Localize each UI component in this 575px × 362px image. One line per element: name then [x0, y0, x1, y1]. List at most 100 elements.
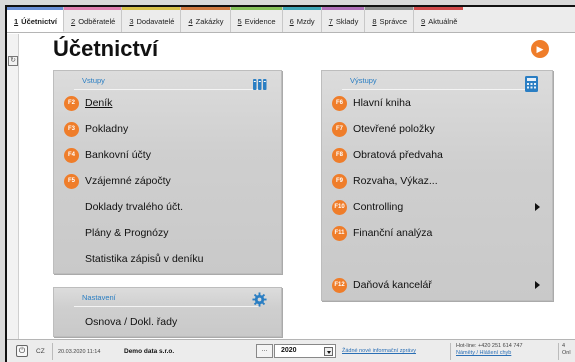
tab-color-bar [365, 7, 414, 10]
fkey-badge: F8 [332, 147, 347, 163]
power-icon[interactable]: ⏻ [16, 345, 28, 357]
tab-number: 8 [372, 17, 377, 26]
menu-item-hlavni-kniha[interactable]: F6 Hlavní kniha [322, 91, 552, 115]
fkey-badge: F11 [332, 225, 347, 241]
tab-color-bar [230, 7, 282, 10]
tab-sklady[interactable]: 7 Sklady [321, 7, 366, 32]
menu-item-rozvaha-vykaz[interactable]: F9 Rozvaha, Výkaz... [322, 169, 552, 193]
tab-spravce[interactable]: 8 Správce [365, 7, 415, 32]
play-icon: ▶ [536, 44, 544, 54]
tab-number: 3 [129, 17, 134, 26]
nastaveni-panel: Nastavení Osnova / Dokl. řady [53, 287, 282, 337]
menu-item-otevrene-polozky[interactable]: F7 Otevřené položky [322, 117, 552, 141]
menu-item-label: Doklady trvalého účt. [85, 201, 184, 213]
menu-item-controlling[interactable]: F10 Controlling [322, 195, 552, 219]
tab-label: Aktuálně [428, 17, 458, 26]
menu-item-label: Hlavní kniha [353, 97, 411, 109]
tab-color-bar [7, 7, 64, 10]
menu-item-label: Osnova / Dokl. řady [85, 316, 178, 328]
separator [52, 343, 53, 360]
menu-item-plany-prognozy[interactable]: Plány & Prognózy [54, 221, 281, 245]
fkey-badge: F6 [332, 95, 347, 111]
hotline-info: Hot-line: +420 251 614 747 Náměty / Hláš… [456, 343, 523, 357]
menu-item-label: Otevřené položky [353, 123, 435, 135]
tab-color-bar [321, 7, 365, 10]
tab-color-bar [414, 7, 464, 10]
tab-mzdy[interactable]: 6 Mzdy [282, 7, 322, 32]
vstupy-panel-title: Vstupy [54, 71, 281, 91]
menu-item-osnova[interactable]: Osnova / Dokl. řady [54, 310, 281, 334]
menu-item-label: Bankovní účty [85, 149, 151, 161]
news-link[interactable]: Žádné nové informační zprávy [342, 348, 416, 354]
year-value: 2020 [281, 347, 297, 354]
page-title: Účetnictví [53, 36, 159, 61]
submenu-arrow-icon [535, 281, 540, 289]
tab-evidence[interactable]: 5 Evidence [230, 7, 283, 32]
tab-ucetnictvi[interactable]: 1 Účetnictví [7, 7, 65, 32]
feedback-link[interactable]: Náměty / Hlášení chyb [456, 350, 523, 357]
menu-item-label: Finanční analýza [353, 227, 433, 239]
company-select-button[interactable]: ... [256, 344, 273, 358]
language-indicator[interactable]: CZ [36, 348, 45, 355]
tab-odberatele[interactable]: 2 Odběratelé [64, 7, 123, 32]
tab-label: Dodavatelé [136, 17, 175, 26]
menu-item-label: Daňová kancelář [353, 279, 432, 291]
tab-dodavatele[interactable]: 3 Dodavatelé [122, 7, 182, 32]
hotline-text: Hot-line: +420 251 614 747 [456, 343, 523, 349]
menu-item-doklady-trvaleho-uct[interactable]: Doklady trvalého účt. [54, 195, 281, 219]
menu-item-bankovni-ucty[interactable]: F4 Bankovní účty [54, 143, 281, 167]
online-label: Onl [562, 350, 571, 356]
vystupy-panel: Výstupy F6 Hlavní kniha F7 Otevřené položk… [321, 70, 553, 301]
fkey-badge: F2 [64, 95, 79, 111]
year-select[interactable]: 2020 [274, 344, 336, 358]
left-side-strip: ↻ [7, 34, 19, 339]
tab-color-bar [64, 7, 122, 10]
vystupy-panel-title: Výstupy [322, 71, 552, 91]
tab-number: 2 [71, 17, 76, 26]
tab-color-bar [122, 7, 181, 10]
gear-icon [252, 292, 267, 312]
tab-label: Zakázky [195, 17, 224, 26]
separator [558, 343, 559, 360]
fkey-badge: F3 [64, 121, 79, 137]
menu-item-label: Deník [85, 97, 113, 109]
menu-item-pokladny[interactable]: F3 Pokladny [54, 117, 281, 141]
menu-item-danova-kancelar[interactable]: F12 Daňová kancelář [322, 273, 552, 297]
menu-item-financni-analyza[interactable]: F11 Finanční analýza [322, 221, 552, 245]
tab-label: Sklady [335, 17, 359, 26]
menu-item-obratova-predvaha[interactable]: F8 Obratová předvaha [322, 143, 552, 167]
tab-number: 7 [328, 17, 333, 26]
tab-zakazky[interactable]: 4 Zakázky [181, 7, 231, 32]
online-indicator[interactable]: 4 Onl [562, 343, 571, 357]
fkey-badge: F10 [332, 199, 347, 215]
date-time: 20.03.2020 11:14 [58, 349, 101, 355]
menu-item-denik[interactable]: F2 Deník [54, 91, 281, 115]
submenu-arrow-icon [535, 203, 540, 211]
tab-number: 1 [14, 17, 19, 26]
module-tab-bar: 1 Účetnictví 2 Odběratelé 3 Dodavatelé 4 Zak… [7, 7, 575, 33]
menu-item-label: Plány & Prognózy [85, 227, 169, 239]
tab-aktualne[interactable]: 9 Aktuálně [414, 7, 464, 32]
fkey-badge: F5 [64, 173, 79, 189]
separator [450, 343, 451, 360]
menu-item-label: Rozvaha, Výkaz... [353, 175, 438, 187]
tab-color-bar [282, 7, 321, 10]
menu-item-vzajemne-zapocty[interactable]: F5 Vzájemné zápočty [54, 169, 281, 193]
menu-item-statistika-zapisu[interactable]: Statistika zápisů v deníku [54, 247, 281, 271]
tab-number: 5 [237, 17, 242, 26]
menu-item-label: Vzájemné zápočty [85, 175, 171, 187]
fkey-badge: F7 [332, 121, 347, 137]
tab-number: 9 [421, 17, 426, 26]
tab-label: Odběratelé [78, 17, 116, 26]
menu-item-label: Pokladny [85, 123, 129, 135]
refresh-icon[interactable]: ↻ [8, 56, 18, 66]
fkey-badge: F12 [332, 277, 347, 293]
tab-label: Mzdy [296, 17, 315, 26]
tab-number: 6 [289, 17, 294, 26]
chevron-down-icon[interactable] [324, 347, 333, 356]
play-video-button[interactable]: ▶ [531, 40, 549, 58]
menu-item-label: Controlling [353, 201, 404, 213]
tab-label: Evidence [244, 17, 276, 26]
tab-label: Účetnictví [21, 17, 58, 26]
fkey-badge: F9 [332, 173, 347, 189]
